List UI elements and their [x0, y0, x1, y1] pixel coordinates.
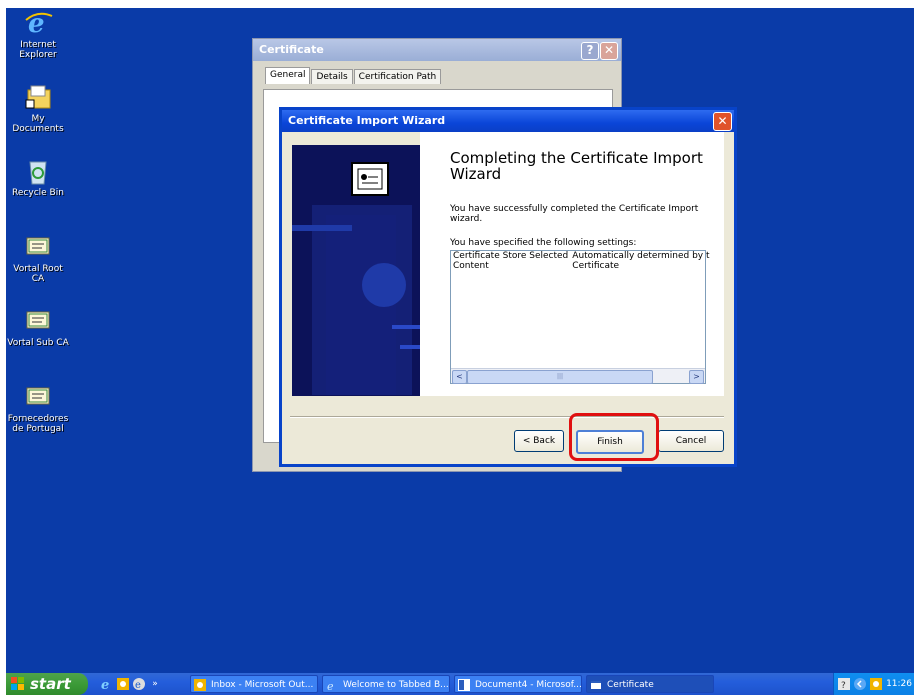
clock: 11:26	[886, 679, 912, 689]
wizard-title: Certificate Import Wizard	[288, 114, 446, 127]
horizontal-scrollbar[interactable]: < ||| >	[451, 368, 705, 384]
desktop-icon-recycle-bin[interactable]: Recycle Bin	[6, 156, 70, 198]
system-tray: ? 11:26	[833, 673, 914, 695]
certificate-icon	[22, 382, 54, 412]
scroll-left-button[interactable]: <	[452, 370, 467, 384]
certificate-import-wizard: Certificate Import Wizard ✕ Completing t…	[279, 107, 737, 467]
desktop-icon-vortal-root-ca[interactable]: Vortal Root CA	[6, 232, 70, 284]
desktop-icon-my-documents[interactable]: My Documents	[6, 82, 70, 134]
cancel-button[interactable]: Cancel	[658, 430, 724, 452]
my-documents-icon	[22, 82, 54, 112]
desktop-icon-fornecedores-de-portugal[interactable]: Fornecedores de Portugal	[6, 382, 70, 434]
taskbar-task-tabbed-browser[interactable]: e Welcome to Tabbed B...	[322, 675, 450, 693]
desktop-icon-label: Vortal Sub CA	[7, 338, 69, 348]
success-text: You have successfully completed the Cert…	[450, 204, 699, 224]
recycle-bin-icon	[22, 156, 54, 186]
scroll-right-button[interactable]: >	[689, 370, 704, 384]
taskbar-task-inbox[interactable]: Inbox - Microsoft Out...	[190, 675, 318, 693]
desktop-icon-label: Recycle Bin	[12, 188, 64, 198]
certificate-titlebar: Certificate ? ✕	[253, 39, 621, 61]
svg-text:e: e	[135, 680, 141, 691]
certificate-icon	[22, 232, 54, 262]
wizard-content-panel: Completing the Certificate Import Wizard…	[420, 132, 724, 396]
setting-value: Certificate	[572, 261, 620, 271]
wizard-close-button[interactable]: ✕	[713, 112, 732, 131]
taskbar-task-document4[interactable]: Document4 - Microsof...	[454, 675, 582, 693]
task-label: Inbox - Microsoft Out...	[211, 680, 314, 690]
ie-icon[interactable]: e	[100, 677, 114, 693]
settings-list[interactable]: Certificate Store Selected Automatically…	[450, 250, 710, 384]
wizard-separator	[290, 416, 724, 418]
chevron-left-icon	[854, 678, 866, 690]
desktop-icon-label: My Documents	[12, 114, 64, 134]
task-label: Welcome to Tabbed B...	[343, 680, 449, 690]
back-button[interactable]: < Back	[514, 430, 564, 452]
start-label: start	[30, 675, 71, 693]
certificate-icon	[22, 306, 54, 336]
desktop-icon-internet-explorer[interactable]: e Internet Explorer	[6, 8, 70, 60]
certificate-icon	[351, 162, 389, 196]
ie-icon: e	[327, 680, 334, 691]
desktop-icon-vortal-sub-ca[interactable]: Vortal Sub CA	[6, 306, 70, 348]
scroll-thumb[interactable]: |||	[467, 370, 653, 384]
start-button[interactable]: start	[6, 673, 88, 695]
tab-details[interactable]: Details	[311, 69, 353, 84]
wizard-heading: Completing the Certificate Import Wizard	[450, 149, 703, 183]
svg-text:e: e	[101, 678, 109, 691]
wizard-titlebar: Certificate Import Wizard ✕	[282, 110, 734, 132]
window-icon	[591, 681, 601, 689]
tab-certification-path[interactable]: Certification Path	[353, 69, 442, 84]
setting-value: Automatically determined by t	[572, 251, 710, 261]
settings-row: Content Certificate	[451, 261, 712, 271]
quick-launch-more-button[interactable]: »	[148, 677, 162, 691]
svg-text:?: ?	[841, 681, 846, 690]
settings-row: Certificate Store Selected Automatically…	[451, 251, 712, 261]
certificate-tabs: General Details Certification Path	[265, 67, 442, 87]
task-label: Document4 - Microsof...	[475, 680, 582, 690]
task-label: Certificate	[607, 680, 654, 690]
svg-text:e: e	[327, 680, 334, 691]
outlook-icon	[194, 679, 206, 691]
certificate-close-button[interactable]: ✕	[600, 42, 618, 60]
outlook-tray-icon	[870, 678, 882, 690]
desktop-icon-label: Fornecedores de Portugal	[7, 414, 69, 434]
word-icon	[458, 679, 470, 691]
help-tray-icon: ?	[838, 678, 850, 690]
windows-logo-icon	[11, 677, 24, 690]
wizard-side-graphic	[292, 145, 422, 396]
finish-highlight-annotation	[569, 413, 659, 461]
ie-alt-icon[interactable]: e	[132, 677, 146, 691]
ie-icon: e	[22, 8, 54, 39]
outlook-icon[interactable]	[116, 677, 130, 691]
settings-label: You have specified the following setting…	[450, 238, 637, 248]
taskbar-task-certificate[interactable]: Certificate	[586, 675, 714, 693]
desktop-icon-label: Vortal Root CA	[13, 264, 63, 284]
setting-name: Certificate Store Selected	[453, 251, 569, 261]
taskbar: start e e » Inbox - Microsoft Out... e W…	[6, 673, 914, 695]
tab-general[interactable]: General	[265, 67, 311, 84]
desktop-icon-label: Internet Explorer	[19, 40, 57, 60]
setting-name: Content	[453, 261, 489, 271]
certificate-window-title: Certificate	[259, 43, 324, 56]
help-button[interactable]: ?	[581, 42, 599, 60]
